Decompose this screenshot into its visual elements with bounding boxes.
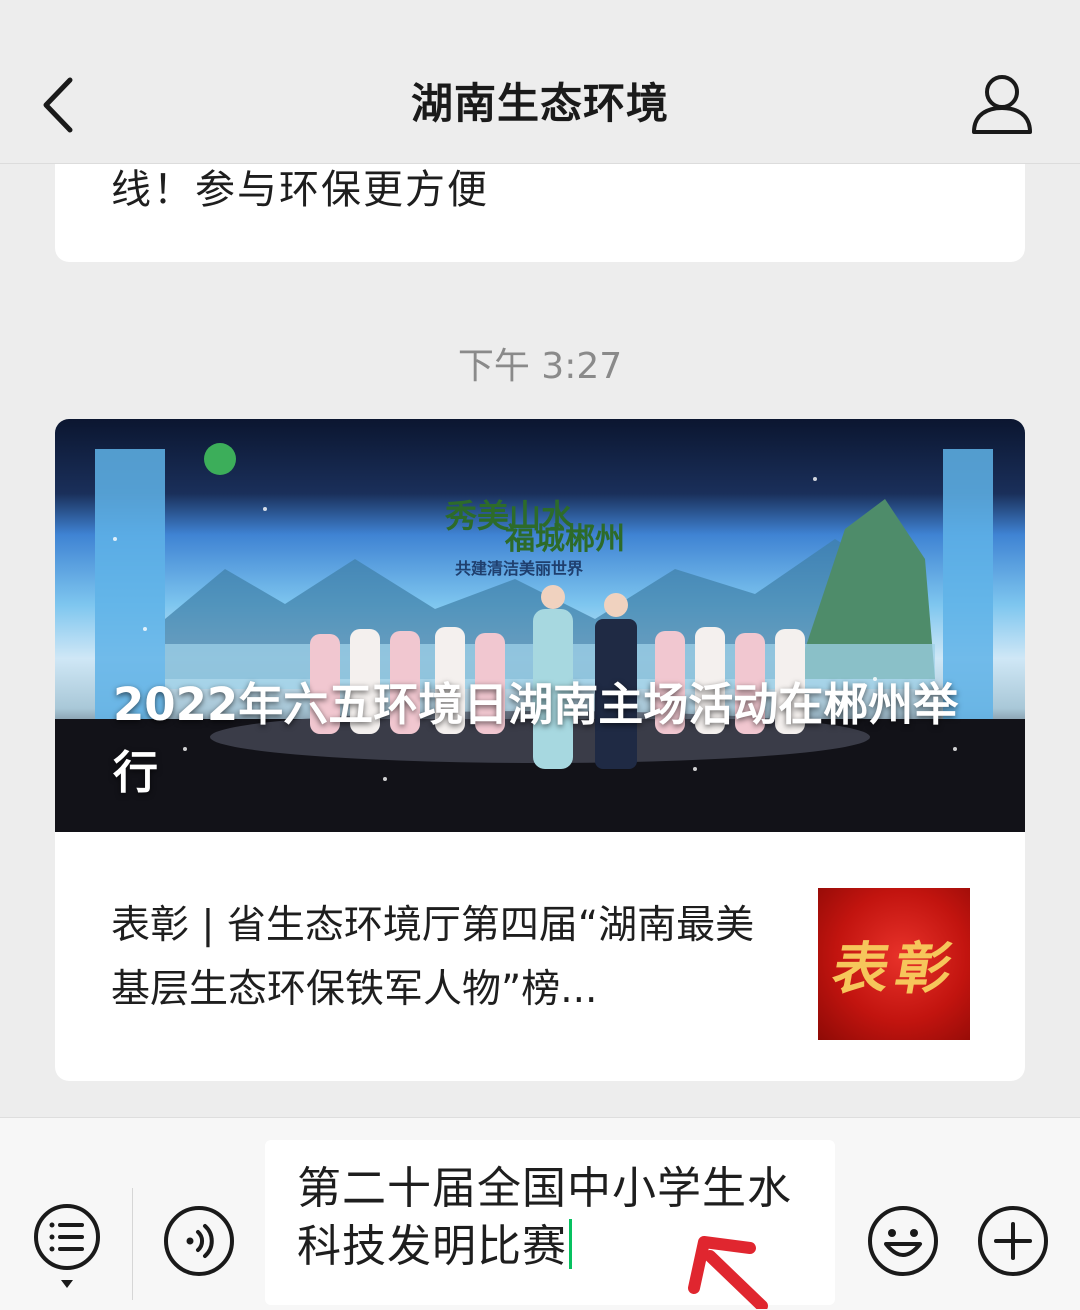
cover-article-title: 2022年六五环境日湖南主场活动在郴州举行 — [113, 678, 959, 799]
chat-header: 湖南生态环境 — [0, 0, 1080, 164]
text-caret — [569, 1219, 572, 1269]
previous-article-title: 线！参与环保更方便 — [111, 167, 489, 213]
cover-article[interactable]: 秀美山水 福城郴州 共建清洁美丽世界 2022年六五环境日湖南主场活动在郴州举行 — [55, 419, 1025, 832]
menu-list-icon[interactable] — [32, 1202, 102, 1292]
input-bar: 第二十届全国中小学生水科技发明比赛 — [0, 1117, 1080, 1310]
secondary-article-title: 表彰 | 省生态环境厅第四届“湖南最美基层生态环保铁军人物”榜... — [111, 903, 755, 1012]
emoji-icon[interactable] — [866, 1204, 940, 1278]
plus-icon[interactable] — [976, 1204, 1050, 1278]
article-card: 秀美山水 福城郴州 共建清洁美丽世界 2022年六五环境日湖南主场活动在郴州举行… — [55, 419, 1025, 1081]
bar-divider — [132, 1188, 133, 1300]
secondary-article-thumbnail: 表彰 — [818, 888, 970, 1040]
banner-text-line-3: 共建清洁美丽世界 — [455, 559, 583, 578]
banner-text-line-2: 福城郴州 — [504, 522, 625, 557]
secondary-article[interactable]: 表彰 | 省生态环境厅第四届“湖南最美基层生态环保铁军人物”榜... 表彰 — [55, 832, 1025, 1081]
message-input[interactable]: 第二十届全国中小学生水科技发明比赛 — [265, 1140, 835, 1305]
thumbnail-text: 表彰 — [827, 936, 964, 1002]
message-input-text: 第二十届全国中小学生水科技发明比赛 — [297, 1163, 792, 1272]
voice-icon[interactable] — [162, 1204, 236, 1278]
message-timestamp: 下午 3:27 — [457, 346, 623, 387]
page-title: 湖南生态环境 — [410, 79, 669, 128]
person-icon[interactable] — [968, 72, 1036, 136]
